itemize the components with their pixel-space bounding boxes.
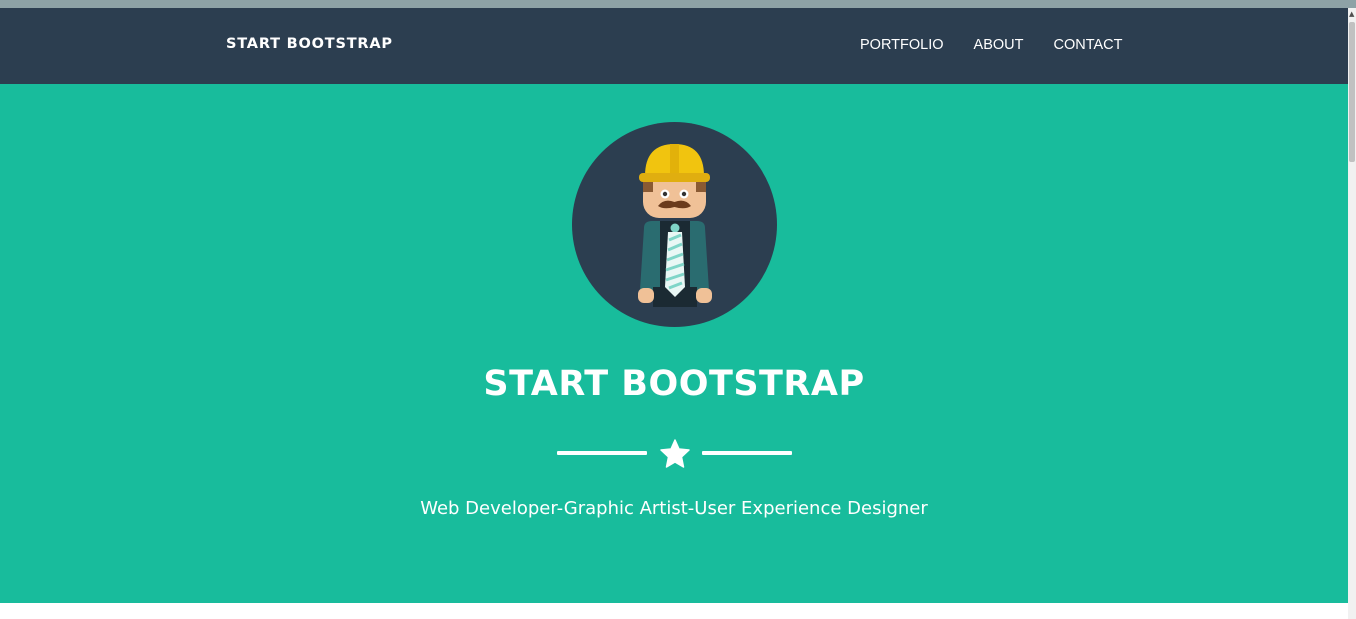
nav-link-contact[interactable]: CONTACT xyxy=(1053,37,1122,53)
scroll-up-arrow-icon[interactable]: ▲ xyxy=(1349,10,1354,18)
star-icon xyxy=(660,439,690,468)
nav-link-portfolio[interactable]: PORTFOLIO xyxy=(860,37,944,53)
navbar-brand[interactable]: START BOOTSTRAP xyxy=(226,36,393,52)
divider-line-left xyxy=(557,451,647,455)
nav-link-about[interactable]: ABOUT xyxy=(974,37,1024,53)
nav-links: PORTFOLIO ABOUT CONTACT xyxy=(860,37,1153,53)
page-scrollbar[interactable]: ▲ xyxy=(1348,8,1356,619)
scrollbar-thumb[interactable] xyxy=(1349,22,1355,162)
hero-subtitle: Web Developer-Graphic Artist-User Experi… xyxy=(420,498,928,519)
hero-title: START BOOTSTRAP xyxy=(483,364,865,404)
divider-line-right xyxy=(702,451,792,455)
construction-worker-avatar-icon xyxy=(572,122,777,327)
hero-section: START BOOTSTRAP Web Developer-Graphic Ar… xyxy=(0,84,1348,603)
browser-top-strip xyxy=(0,0,1356,8)
navbar: START BOOTSTRAP PORTFOLIO ABOUT CONTACT xyxy=(0,8,1348,84)
star-divider xyxy=(556,437,794,469)
